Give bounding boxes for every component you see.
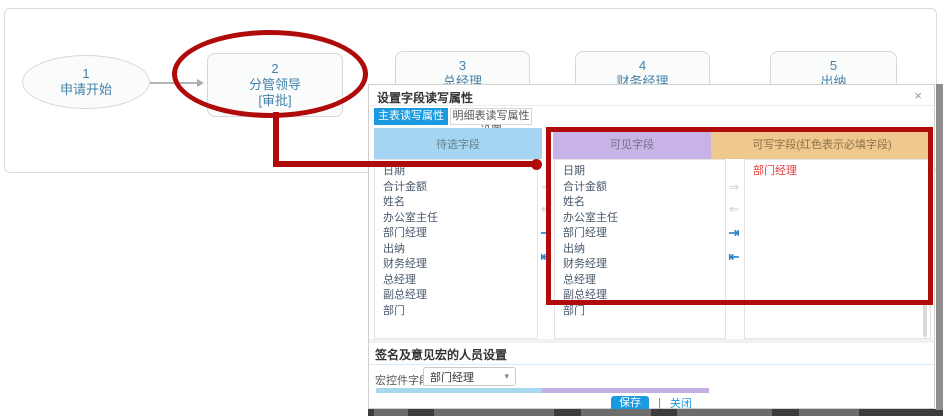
list-item[interactable]: 部门 [563, 304, 725, 320]
signature-section-title: 签名及意见宏的人员设置 [375, 346, 507, 363]
list-item[interactable]: 出纳 [383, 242, 537, 258]
page-scrollbar[interactable] [936, 84, 943, 410]
list-item[interactable]: 财务经理 [383, 257, 537, 273]
list-item[interactable]: 合计金额 [383, 180, 537, 196]
annotation-connector-horizontal [273, 161, 536, 167]
list-item[interactable]: 办公室主任 [383, 211, 537, 227]
list-item[interactable]: 副总经理 [383, 288, 537, 304]
section-subdivider [369, 364, 934, 365]
node-number: 1 [82, 66, 89, 82]
annotation-rectangle [546, 127, 933, 305]
section-divider [369, 339, 934, 343]
macro-field-selected-value: 部门经理 [430, 369, 504, 385]
node-number: 5 [830, 58, 837, 74]
list-item[interactable]: 姓名 [383, 195, 537, 211]
annotation-connector-dot [531, 159, 542, 170]
progress-bar-purple-segment [542, 388, 709, 393]
list-item[interactable]: 总经理 [383, 273, 537, 289]
annotation-connector-vertical [273, 112, 279, 167]
footer-divider: | [658, 397, 661, 409]
chevron-down-icon: ▾ [504, 371, 509, 382]
available-fields-list: 日期合计金额姓名办公室主任部门经理出纳财务经理总经理副总经理部门 [374, 159, 538, 339]
dialog-title: 设置字段读写属性 [377, 89, 473, 106]
annotation-ellipse [172, 30, 368, 118]
column-header-available-fields: 待选字段 [374, 128, 542, 159]
node-number: 3 [459, 58, 466, 74]
node-label: 申请开始 [60, 82, 112, 98]
node-number: 4 [639, 58, 646, 74]
list-item[interactable]: 部门 [383, 304, 537, 320]
flow-node-start[interactable]: 1 申请开始 [22, 55, 150, 109]
list-scrollbar[interactable] [923, 301, 927, 337]
progress-bar-blue-segment [376, 388, 542, 393]
screen: 1 申请开始 2 分管领导 [审批] 3 总经理 4 财务经理 5 出纳 设置字… [0, 0, 943, 416]
title-divider [369, 105, 934, 106]
tab-detail-table-settings[interactable]: 明细表读写属性设置 [450, 108, 532, 125]
clipped-bottom-bar [368, 409, 943, 416]
tab-main-table-settings[interactable]: 主表读写属性设置 [374, 108, 448, 125]
close-icon[interactable]: × [914, 88, 922, 103]
list-item[interactable]: 部门经理 [383, 226, 537, 242]
macro-field-select[interactable]: 部门经理 ▾ [423, 367, 516, 386]
